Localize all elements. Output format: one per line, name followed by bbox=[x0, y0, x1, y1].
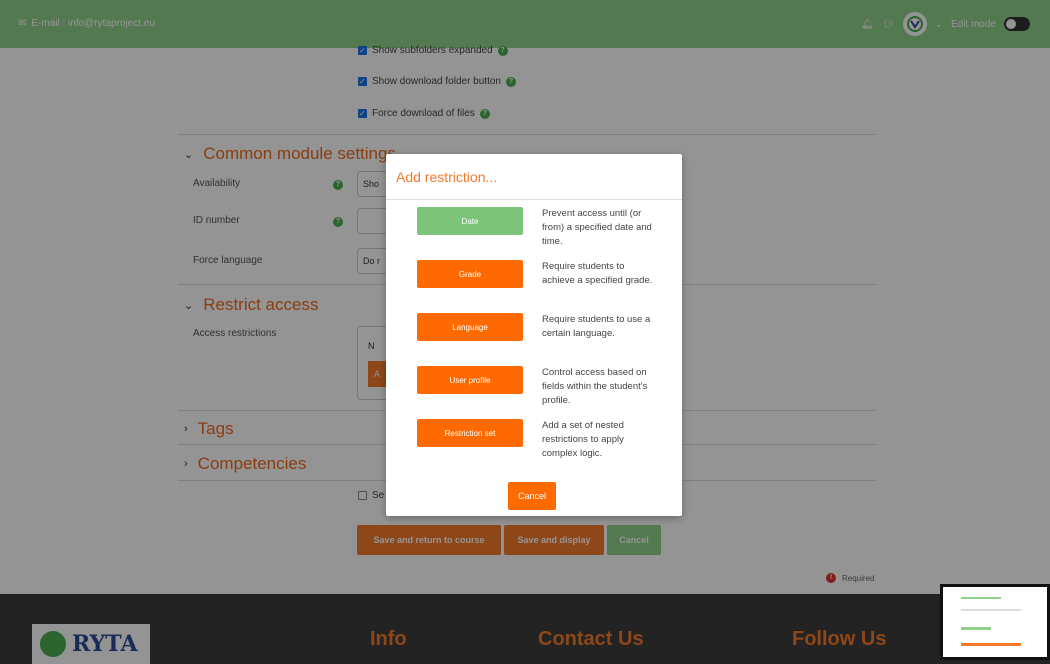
restriction-set-desc: Add a set of nested restrictions to appl… bbox=[542, 420, 624, 459]
restriction-user-profile-button[interactable]: User profile bbox=[417, 366, 523, 394]
restriction-grade-button[interactable]: Grade bbox=[417, 260, 523, 288]
thumbnail-line bbox=[961, 643, 1021, 646]
dialog-cancel-button[interactable]: Cancel bbox=[508, 482, 556, 510]
restriction-user-profile-desc: Control access based on fields within th… bbox=[542, 367, 648, 406]
restriction-date-button[interactable]: Date bbox=[417, 207, 523, 235]
thumbnail-line bbox=[961, 597, 1001, 599]
thumbnail-line bbox=[961, 627, 991, 630]
thumbnail-line bbox=[961, 609, 1021, 611]
dialog-divider bbox=[386, 199, 682, 200]
restriction-set-button[interactable]: Restriction set bbox=[417, 419, 523, 447]
restriction-language-desc: Require students to use a certain langua… bbox=[542, 314, 651, 339]
restriction-grade-desc: Require students to achieve a specified … bbox=[542, 261, 653, 286]
dialog-title: Add restriction... bbox=[396, 169, 498, 185]
screenshot-thumbnail[interactable] bbox=[940, 584, 1050, 660]
add-restriction-dialog: Add restriction... Date Prevent access u… bbox=[386, 154, 682, 516]
restriction-language-button[interactable]: Language bbox=[417, 313, 523, 341]
restriction-date-desc: Prevent access until (or from) a specifi… bbox=[542, 208, 652, 247]
